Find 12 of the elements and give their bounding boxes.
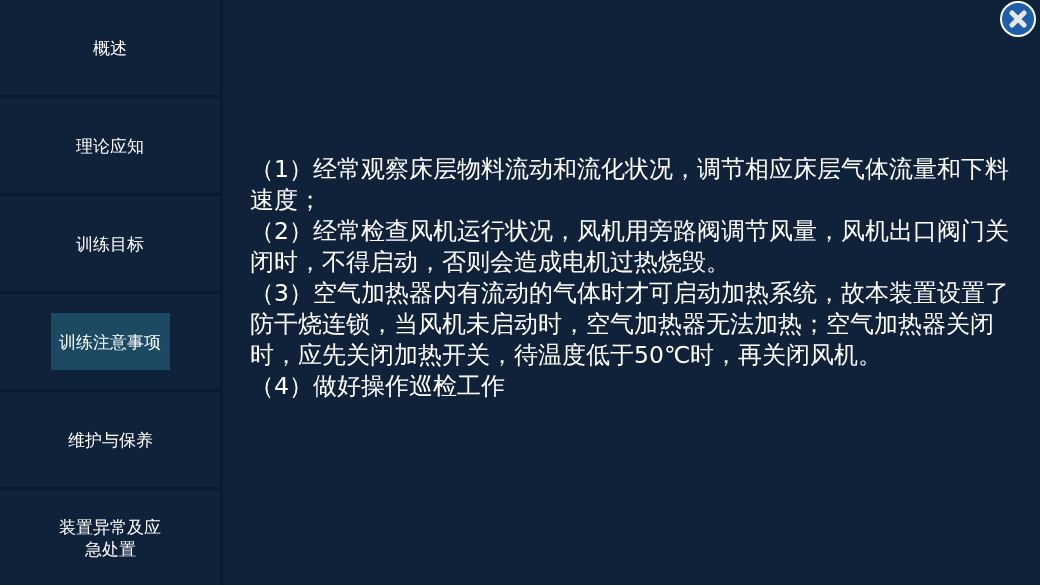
sidebar-item[interactable]: 概述 — [50, 32, 170, 63]
instruction-paragraph: （1）经常观察床层物料流动和流化状况，调节相应床层气体流量和下料速度； — [250, 153, 1010, 216]
instruction-paragraph: （4）做好操作巡检工作 — [250, 370, 506, 402]
sidebar-item[interactable]: 维护与保养 — [50, 424, 170, 455]
sidebar-item[interactable]: 训练目标 — [50, 228, 170, 259]
sidebar-item[interactable]: 装置异常及应急处置 — [50, 511, 170, 564]
instruction-paragraph: （2）经常检查风机运行状况，风机用旁路阀调节风量，风机出口阀门关闭时，不得启动，否则会造成电机过热烧毁。 — [250, 215, 1010, 278]
close-button[interactable] — [1000, 1, 1036, 37]
instruction-paragraph: （3）空气加热器内有流动的气体时才可启动加热系统，故本装置设置了防干烧连锁，当风机未启动时，空气加热器无法加热；空气加热器关闭时，应先关闭加热开关，待温度低于50℃时，再关闭风机。 — [250, 277, 1010, 371]
sidebar-item[interactable]: 训练注意事项 — [50, 313, 170, 370]
close-icon — [1008, 9, 1028, 29]
sidebar-item[interactable]: 理论应知 — [50, 130, 170, 161]
